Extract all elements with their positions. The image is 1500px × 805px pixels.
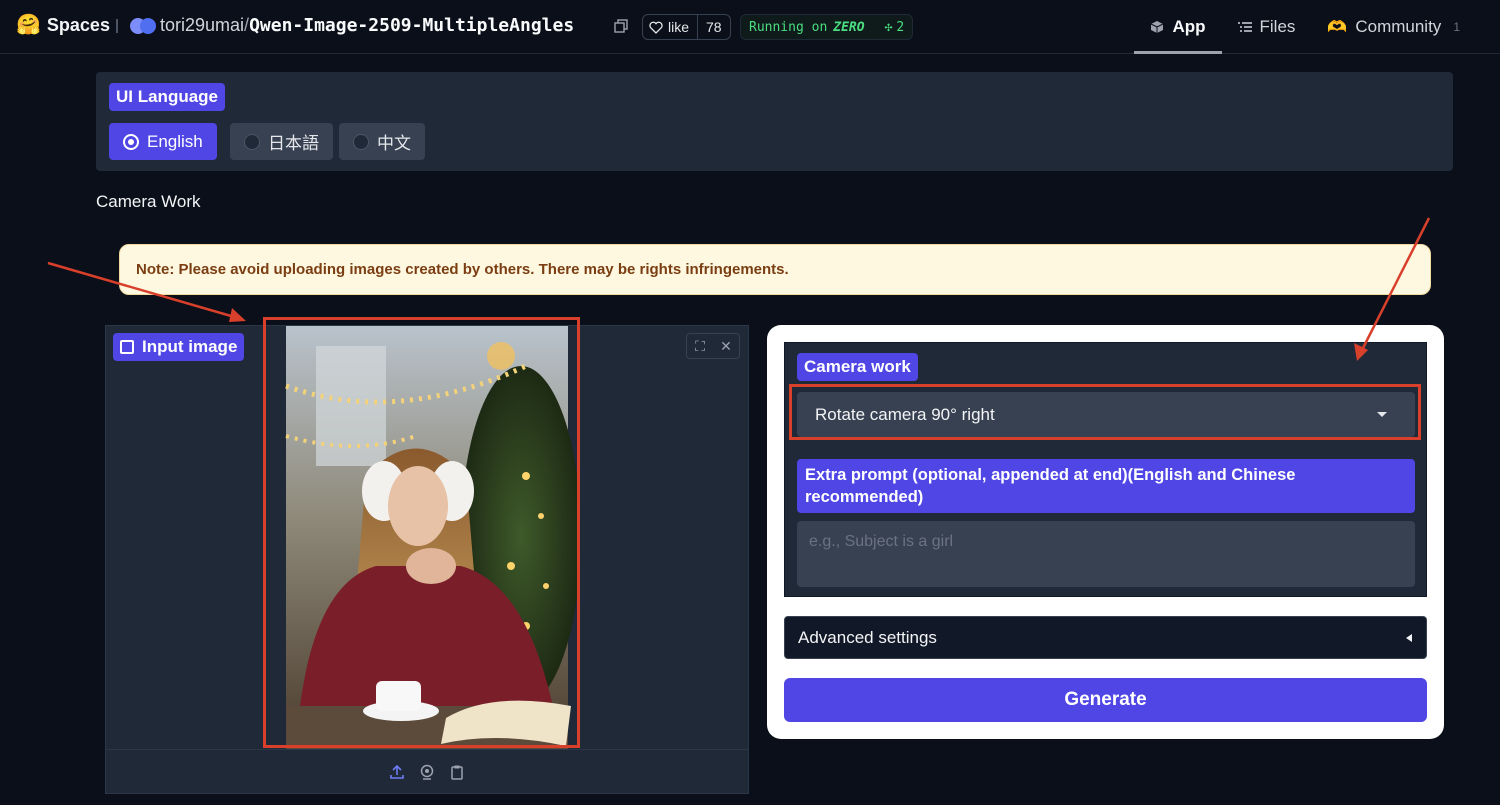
radio-chinese-label: 中文	[377, 134, 411, 153]
hugging-face-logo-icon: 🤗	[16, 14, 41, 36]
heart-icon	[649, 21, 663, 34]
radio-dot-icon	[244, 133, 260, 150]
extra-prompt-placeholder: e.g., Subject is a girl	[809, 533, 954, 550]
upload-icon[interactable]	[388, 763, 406, 781]
extra-prompt-input[interactable]: e.g., Subject is a girl	[797, 521, 1415, 587]
radio-english-label: English	[147, 131, 203, 151]
image-panel-controls: ⛶ ✕	[686, 333, 740, 359]
top-bar: 🤗 Spaces tori29umai/Qwen-Image-2509-Mult…	[0, 0, 1500, 54]
ui-language-block: UI Language English 日本語 中文	[96, 72, 1453, 171]
tab-app[interactable]: App	[1134, 0, 1222, 54]
radio-dot-icon	[123, 133, 139, 150]
input-image-label-text: Input image	[142, 337, 238, 356]
advanced-settings-label: Advanced settings	[798, 627, 937, 647]
radio-dot-icon	[353, 133, 369, 150]
repo-owner-link[interactable]: tori29umai	[160, 15, 244, 35]
radio-japanese[interactable]: 日本語	[230, 123, 333, 160]
camera-work-label: Camera work	[797, 353, 918, 381]
generate-button-label: Generate	[1064, 689, 1147, 710]
tab-community-label: Community	[1355, 17, 1442, 36]
replica-count: ✣ 2	[885, 20, 905, 35]
community-icon: 🫶	[1327, 19, 1348, 36]
status-hardware: ZERO	[833, 19, 865, 35]
owner-avatar-icon[interactable]	[130, 18, 156, 34]
annotation-box-dropdown	[789, 384, 1421, 440]
repo-name-link[interactable]: Qwen-Image-2509-MultipleAngles	[249, 15, 574, 36]
clipboard-icon[interactable]	[448, 763, 466, 781]
advanced-settings-accordion[interactable]: Advanced settings	[784, 616, 1427, 659]
generate-button[interactable]: Generate	[784, 678, 1427, 722]
running-status-badge[interactable]: Running on ZERO ✣ 2	[740, 14, 914, 40]
annotation-box-image	[263, 317, 580, 748]
tab-community[interactable]: 🫶 Community 1	[1311, 0, 1476, 54]
section-title: Camera Work	[96, 192, 201, 211]
radio-english[interactable]: English	[109, 123, 217, 160]
like-control[interactable]: like	[643, 15, 699, 39]
cube-icon	[1151, 21, 1164, 33]
repo-breadcrumb: tori29umai/Qwen-Image-2509-MultipleAngle…	[160, 15, 574, 36]
rights-note: Note: Please avoid uploading images crea…	[119, 244, 1431, 295]
spaces-brand[interactable]: 🤗 Spaces	[16, 14, 110, 36]
camera-work-block: Camera work Rotate camera 90° right Extr…	[784, 342, 1427, 597]
status-prefix: Running on	[749, 19, 828, 35]
tab-app-label: App	[1172, 17, 1206, 36]
radio-chinese[interactable]: 中文	[339, 123, 425, 160]
like-button[interactable]: like 78	[642, 14, 731, 40]
fullscreen-icon[interactable]: ⛶	[687, 334, 713, 358]
community-count-badge: 1	[1453, 20, 1460, 34]
divider	[116, 19, 118, 33]
extra-prompt-label: Extra prompt (optional, appended at end)…	[797, 459, 1415, 513]
copy-icon[interactable]	[614, 19, 628, 33]
image-source-toolbar	[106, 749, 748, 793]
fan-icon: ✣	[884, 19, 893, 35]
tab-files[interactable]: Files	[1222, 0, 1312, 54]
files-icon	[1237, 22, 1252, 32]
space-tabs: App Files 🫶 Community 1	[1134, 0, 1476, 54]
ui-language-label: UI Language	[109, 83, 226, 111]
webcam-icon[interactable]	[418, 763, 436, 781]
brand-name: Spaces	[46, 14, 110, 35]
image-icon	[120, 340, 134, 354]
input-image-label: Input image	[113, 333, 245, 361]
chevron-left-icon	[1406, 634, 1412, 642]
like-count: 78	[706, 19, 722, 35]
close-icon[interactable]: ✕	[713, 334, 739, 358]
replica-count-value: 2	[896, 19, 905, 35]
tab-files-label: Files	[1259, 17, 1296, 36]
like-label: like	[668, 19, 690, 35]
radio-japanese-label: 日本語	[268, 134, 319, 153]
